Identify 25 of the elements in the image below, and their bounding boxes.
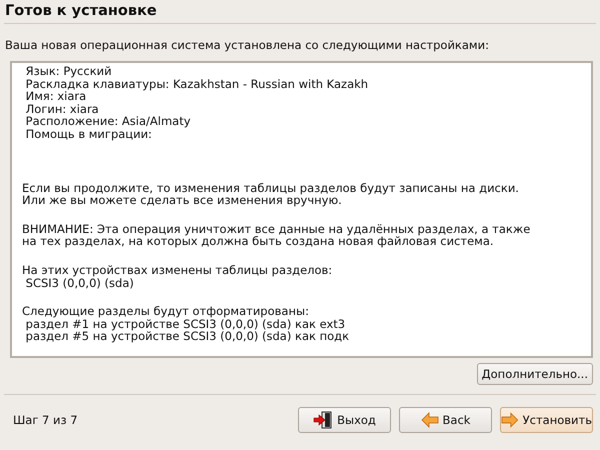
summary-line: Логин: xiara bbox=[24, 102, 100, 116]
summary-line: ВНИМАНИЕ: Эта операция уничтожит все данные на удалённых разделах, а также bbox=[22, 222, 532, 236]
advanced-button[interactable]: Дополнительно... bbox=[476, 363, 593, 385]
door-arrow-icon bbox=[313, 411, 334, 429]
summary-line: Расположение: Asia/Almaty bbox=[24, 115, 192, 128]
nav-button[interactable]: Установить bbox=[500, 407, 593, 433]
summary-line: Следующие разделы будут отформатированы: bbox=[22, 305, 310, 318]
page-title: Готов к установке bbox=[4, 3, 158, 21]
intro-text: Ваша новая операционная система установлена со следующими настройками: bbox=[4, 38, 490, 52]
summary-line: Раскладка клавиатуры: Kazakhstan - Russian with Kazakh bbox=[24, 78, 370, 90]
nav-button[interactable]: Back bbox=[399, 407, 492, 433]
summary-line: Имя: xiara bbox=[24, 90, 86, 103]
summary-line: раздел #5 на устройстве SCSI3 (0,0,0) (sda) как подк bbox=[24, 330, 350, 343]
summary-line: раздел #1 на устройстве SCSI3 (0,0,0) (sda) как ext3 bbox=[26, 318, 346, 330]
summary-line: Помощь в миграции: bbox=[24, 128, 152, 141]
summary-line: на тех разделах, на которых должна быть создана новая файловая система. bbox=[22, 235, 495, 248]
summary-line: На этих устройствах изменены таблицы разделов: bbox=[22, 264, 334, 277]
summary-line: Или же вы можете сделать все изменения вручную. bbox=[22, 194, 342, 207]
summary-line: Язык: Русский bbox=[24, 65, 113, 78]
summary-line: SCSI3 (0,0,0) (sda) bbox=[24, 276, 134, 290]
right-arrow-icon bbox=[501, 412, 519, 428]
summary-line: Если вы продолжите, то изменения таблицы разделов будут записаны на диски. bbox=[22, 182, 520, 194]
step-text: Шаг 7 из 7 bbox=[13, 413, 78, 427]
nav-button[interactable]: Выход bbox=[298, 407, 391, 433]
left-arrow-icon bbox=[420, 412, 439, 428]
